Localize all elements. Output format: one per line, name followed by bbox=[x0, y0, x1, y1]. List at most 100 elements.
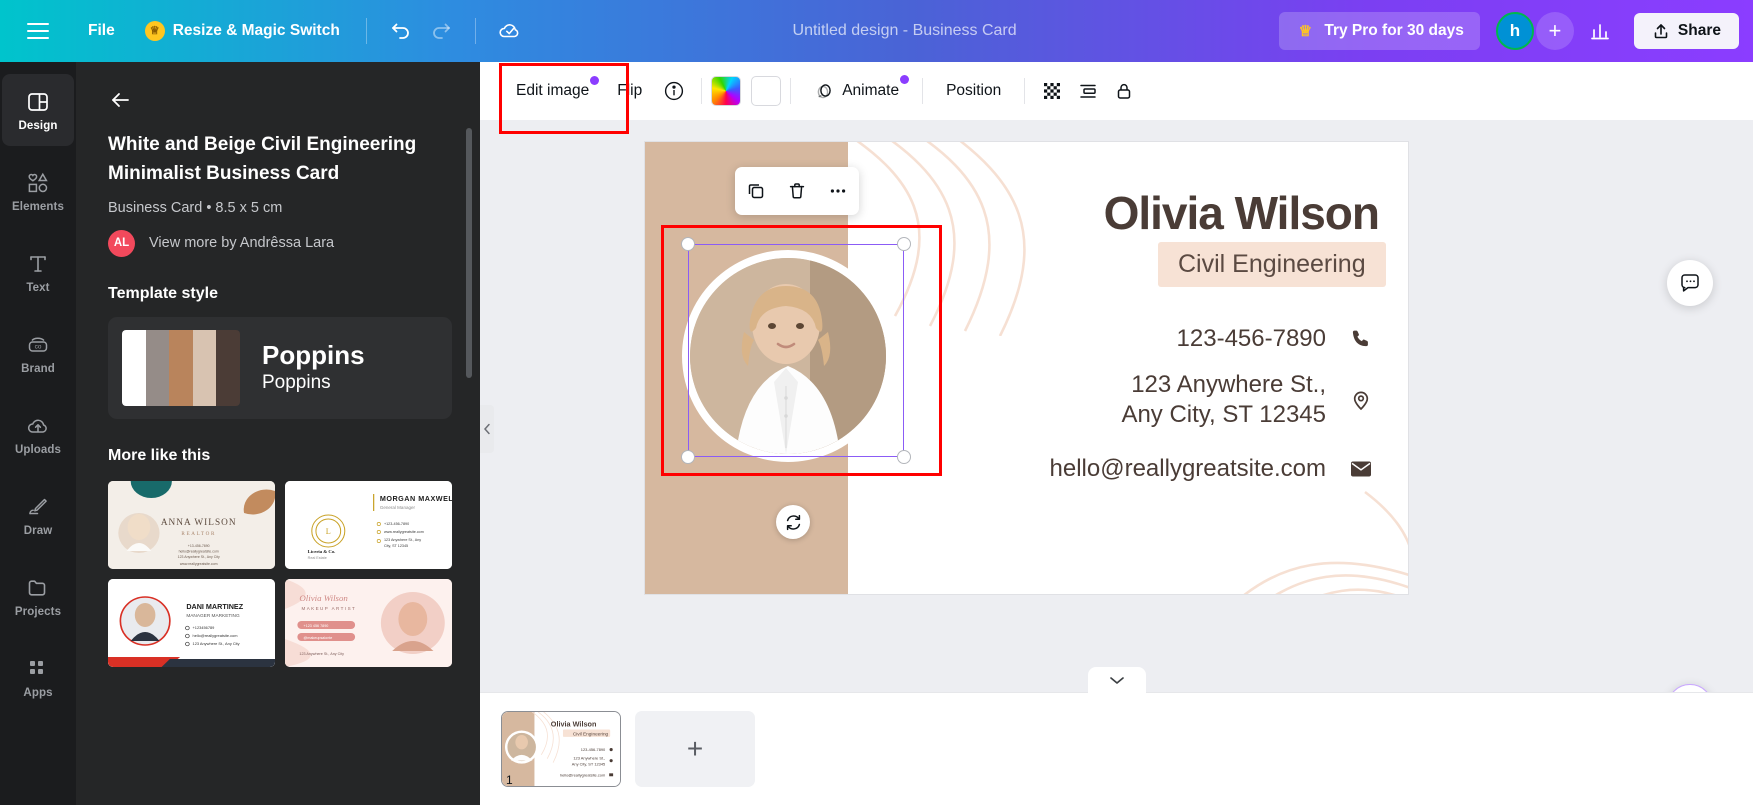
sidebar-item-brand[interactable]: co Brand bbox=[2, 317, 74, 389]
redo-icon[interactable] bbox=[421, 11, 461, 51]
author-avatar: AL bbox=[108, 229, 135, 257]
left-rail: Design Elements Text co Brand Uploads Dr… bbox=[0, 62, 76, 805]
edit-image-button[interactable]: Edit image bbox=[499, 63, 629, 134]
sidebar-item-apps[interactable]: Apps bbox=[2, 641, 74, 713]
location-pin-icon bbox=[1348, 387, 1374, 413]
flip-button[interactable]: Flip bbox=[603, 74, 656, 108]
transparency-icon[interactable] bbox=[1034, 73, 1070, 109]
more-horizontal-icon[interactable] bbox=[821, 174, 855, 208]
svg-text:Real Estate: Real Estate bbox=[308, 556, 327, 560]
swatch-2 bbox=[145, 329, 170, 406]
svg-text:MAKEUP ARTIST: MAKEUP ARTIST bbox=[301, 606, 356, 611]
divider bbox=[922, 78, 924, 104]
svg-text:ANNA WILSON: ANNA WILSON bbox=[161, 517, 237, 527]
bar-chart-icon[interactable] bbox=[1580, 11, 1620, 51]
file-menu-button[interactable]: File bbox=[74, 14, 129, 48]
trash-icon[interactable] bbox=[780, 174, 814, 208]
animate-button[interactable]: Animate bbox=[800, 73, 913, 110]
hamburger-icon[interactable] bbox=[16, 9, 60, 53]
svg-text:L: L bbox=[326, 527, 331, 536]
sidebar-item-uploads[interactable]: Uploads bbox=[2, 398, 74, 470]
card-address: 123 Anywhere St., Any City, ST 12345 bbox=[1121, 370, 1326, 430]
svg-text:MANAGER MARKETING: MANAGER MARKETING bbox=[186, 613, 240, 618]
sidebar-item-text[interactable]: Text bbox=[2, 236, 74, 308]
panel-scrollbar[interactable] bbox=[466, 128, 472, 378]
animate-icon bbox=[817, 83, 832, 98]
panel-content: White and Beige Civil Engineering Minima… bbox=[76, 120, 480, 667]
page-thumbnail-1[interactable]: Olivia Wilson Civil Engineering 123-456-… bbox=[501, 711, 621, 787]
share-button[interactable]: Share bbox=[1633, 13, 1739, 49]
object-toolbar: Edit image Flip Animate Position bbox=[480, 62, 1753, 134]
sidebar-item-draw[interactable]: Draw bbox=[2, 479, 74, 551]
contact-address-row: 123 Anywhere St., Any City, ST 12345 bbox=[1121, 370, 1374, 430]
duplicate-icon[interactable] bbox=[739, 174, 773, 208]
share-label: Share bbox=[1677, 22, 1721, 39]
rotate-icon[interactable] bbox=[776, 505, 810, 539]
svg-text:Civil Engineering: Civil Engineering bbox=[573, 731, 609, 736]
try-pro-button[interactable]: ♕ Try Pro for 30 days bbox=[1279, 12, 1480, 50]
info-icon[interactable] bbox=[656, 73, 692, 109]
sidebar-item-projects[interactable]: Projects bbox=[2, 560, 74, 632]
template-thumbnail[interactable]: DANI MARTINEZ MANAGER MARKETING +1234567… bbox=[108, 578, 275, 667]
apps-icon bbox=[30, 660, 43, 674]
sidebar-item-elements[interactable]: Elements bbox=[2, 155, 74, 227]
sidebar-item-design[interactable]: Design bbox=[2, 74, 74, 146]
resize-handle-bottom-right[interactable] bbox=[897, 450, 911, 464]
sidebar-item-label: Uploads bbox=[14, 443, 62, 456]
image-selection-box[interactable] bbox=[688, 244, 904, 457]
color-swatches bbox=[122, 329, 240, 406]
template-meta: Business Card • 8.5 x 5 cm bbox=[108, 199, 283, 216]
plus-icon[interactable]: + bbox=[1535, 12, 1574, 50]
resize-handle-top-right[interactable] bbox=[897, 237, 911, 251]
template-thumbnail[interactable]: MORGAN MAXWELL General Manager L Liceria… bbox=[285, 480, 452, 569]
more-like-this-heading: More like this bbox=[108, 446, 211, 464]
svg-text:Liceria & Co.: Liceria & Co. bbox=[308, 550, 336, 555]
svg-text:MORGAN MAXWELL: MORGAN MAXWELL bbox=[380, 495, 452, 503]
top-bar: File ♕ Resize & Magic Switch Untitled de… bbox=[0, 0, 1753, 62]
style-fonts: Poppins Poppins bbox=[262, 340, 365, 396]
contact-phone-row: 123-456-7890 bbox=[1177, 324, 1374, 354]
card-phone: 123-456-7890 bbox=[1176, 325, 1326, 352]
author-link[interactable]: AL View more by Andrêssa Lara bbox=[108, 229, 452, 257]
svg-text:www.reallygreatsite.com: www.reallygreatsite.com bbox=[180, 562, 218, 566]
svg-text:City, ST 12345: City, ST 12345 bbox=[384, 544, 408, 548]
style-secondary-font: Poppins bbox=[262, 372, 331, 394]
more-like-this-grid: ANNA WILSON REALTOR +13-456-7890 hello@r… bbox=[108, 480, 452, 667]
new-feature-dot bbox=[590, 76, 600, 85]
avatar[interactable]: h bbox=[1495, 12, 1534, 50]
resize-magic-switch-button[interactable]: ♕ Resize & Magic Switch bbox=[133, 13, 352, 49]
template-thumbnail[interactable]: ANNA WILSON REALTOR +13-456-7890 hello@r… bbox=[108, 480, 275, 569]
elements-icon bbox=[28, 172, 48, 192]
add-page-button[interactable]: + bbox=[635, 711, 755, 787]
svg-text:DANI MARTINEZ: DANI MARTINEZ bbox=[186, 603, 243, 611]
divider bbox=[790, 78, 792, 104]
position-label: Position bbox=[946, 82, 1002, 99]
new-feature-dot bbox=[900, 74, 910, 84]
panel-collapse-handle[interactable] bbox=[480, 405, 494, 453]
resize-handle-top-left[interactable] bbox=[681, 237, 695, 251]
contact-email-row: hello@reallygreatsite.com bbox=[1050, 454, 1374, 484]
cloud-saved-icon[interactable] bbox=[490, 11, 530, 51]
undo-icon[interactable] bbox=[381, 11, 421, 51]
svg-text:hello@reallygreatsite.com: hello@reallygreatsite.com bbox=[560, 772, 605, 777]
white-color-icon[interactable] bbox=[751, 76, 782, 106]
resize-handle-bottom-left[interactable] bbox=[681, 450, 695, 464]
template-style-card[interactable]: Poppins Poppins bbox=[108, 316, 452, 419]
topbar-right-group: ♕ Try Pro for 30 days h + Share bbox=[1279, 11, 1753, 51]
divider bbox=[1024, 78, 1026, 104]
rainbow-color-icon[interactable] bbox=[711, 76, 742, 106]
arrow-left-icon[interactable] bbox=[100, 80, 140, 120]
sidebar-item-label: Design bbox=[18, 119, 58, 132]
try-pro-label: Try Pro for 30 days bbox=[1324, 22, 1464, 39]
comment-icon[interactable] bbox=[1667, 260, 1713, 306]
lock-icon[interactable] bbox=[1106, 73, 1142, 109]
floating-object-tools bbox=[735, 167, 859, 215]
template-thumbnail[interactable]: Olivia Wilson MAKEUP ARTIST +123 456 789… bbox=[285, 578, 452, 667]
svg-text:Olivia Wilson: Olivia Wilson bbox=[551, 720, 597, 729]
author-label: View more by Andrêssa Lara bbox=[149, 235, 335, 252]
transparency-glyph bbox=[1044, 83, 1061, 99]
document-title[interactable]: Untitled design - Business Card bbox=[793, 22, 1017, 40]
layers-icon[interactable] bbox=[1070, 73, 1106, 109]
position-button[interactable]: Position bbox=[932, 74, 1015, 108]
chevron-down-icon[interactable] bbox=[1087, 667, 1146, 693]
